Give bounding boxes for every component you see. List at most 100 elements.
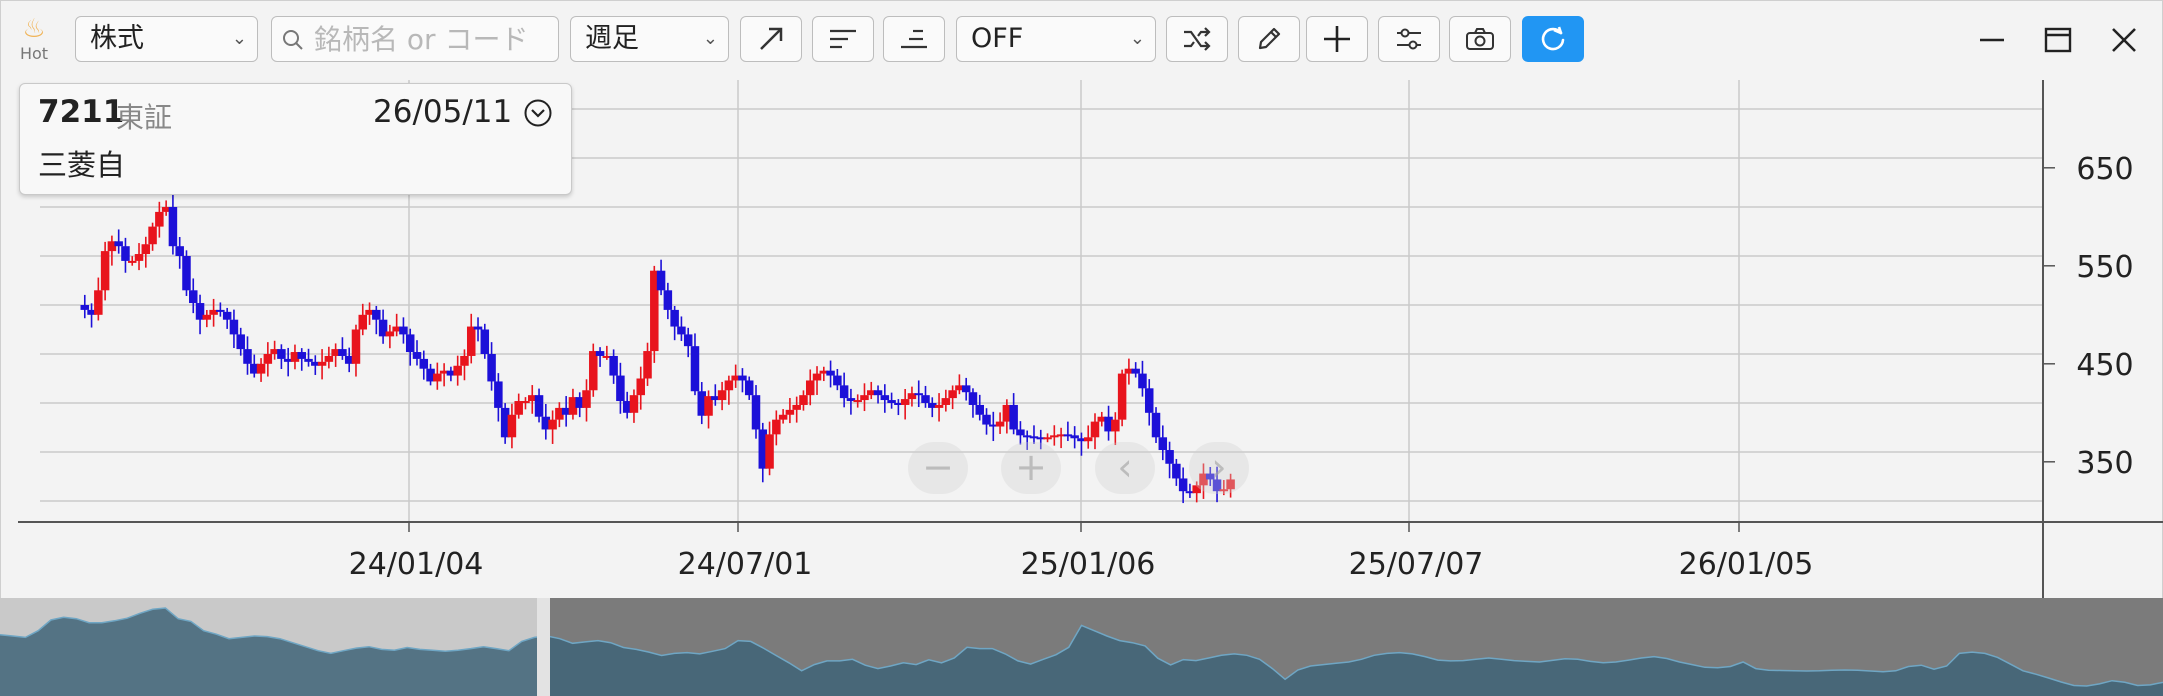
refresh-button[interactable] xyxy=(1522,16,1584,62)
candle-body xyxy=(189,290,198,304)
candle-body xyxy=(812,373,822,381)
camera-icon xyxy=(1466,28,1494,50)
candle-body xyxy=(385,331,395,337)
screenshot-button[interactable] xyxy=(1449,16,1511,62)
candle-body xyxy=(1009,404,1018,430)
search-input[interactable] xyxy=(312,19,556,59)
maximize-icon xyxy=(2044,27,2072,53)
candle-body xyxy=(473,326,483,330)
candle-body xyxy=(1138,373,1147,389)
shuffle-icon xyxy=(1184,27,1211,51)
candle-body xyxy=(772,419,781,435)
align-right-button[interactable] xyxy=(883,16,945,62)
navigator-handle[interactable] xyxy=(537,598,550,696)
candle-body xyxy=(277,349,286,359)
toolbar: ♨ Hot 株式 ⌄ 週足 ⌄ OFF ⌄ xyxy=(0,0,2163,80)
candle-body xyxy=(256,363,266,374)
candle-body xyxy=(1178,478,1188,492)
stock-name: 三菱自 xyxy=(38,148,126,182)
stock-code: 7211 xyxy=(38,94,125,130)
candle-body xyxy=(636,378,645,396)
flame-icon: ♨ xyxy=(22,14,46,44)
scroll-right-button[interactable]: › xyxy=(1189,442,1249,494)
candle-body xyxy=(433,373,442,382)
candle-body xyxy=(1016,429,1025,436)
draw-button[interactable] xyxy=(1238,16,1300,62)
hot-label: Hot xyxy=(19,44,49,63)
candle-body xyxy=(934,404,944,408)
candle-body xyxy=(507,414,517,438)
settings-sliders-button[interactable] xyxy=(1378,16,1440,62)
candle-body xyxy=(948,390,957,399)
candle-body xyxy=(202,314,212,320)
maximize-button[interactable] xyxy=(2036,18,2080,62)
chevron-down-icon: ⌄ xyxy=(1129,28,1145,49)
scroll-left-button[interactable]: ‹ xyxy=(1095,442,1155,494)
hot-button[interactable]: ♨ Hot xyxy=(14,14,54,70)
candle-body xyxy=(792,404,801,410)
zoom-in-button[interactable]: + xyxy=(1001,442,1061,494)
chevron-down-icon: ⌄ xyxy=(231,28,247,49)
y-tick-label: 450 xyxy=(2076,348,2133,383)
candle-body xyxy=(338,349,347,356)
candle-body xyxy=(744,380,754,396)
candle-body xyxy=(982,414,991,425)
pencil-icon xyxy=(1258,27,1281,50)
candle-body xyxy=(1090,421,1100,438)
x-tick-label: 25/07/07 xyxy=(1349,547,1484,582)
market-select[interactable]: 株式 ⌄ xyxy=(75,16,258,62)
candle-body xyxy=(663,290,673,310)
candle-body xyxy=(995,421,1005,427)
candle-body xyxy=(724,380,734,391)
candle-body xyxy=(412,352,422,359)
crosshair-button[interactable] xyxy=(1306,16,1368,62)
chevron-circle-down-icon[interactable] xyxy=(523,98,553,128)
search-box[interactable] xyxy=(271,16,559,62)
candle-body xyxy=(799,395,808,405)
candle-body xyxy=(589,351,598,391)
candle-body xyxy=(738,375,747,381)
candle-body xyxy=(670,309,679,327)
indicator-select[interactable]: OFF ⌄ xyxy=(956,16,1156,62)
y-tick-label: 650 xyxy=(2076,152,2133,187)
candle-body xyxy=(609,355,618,376)
stock-info-panel: 7211 東証 26/05/11 三菱自 xyxy=(19,83,572,195)
candle-body xyxy=(677,326,686,335)
align-left-button[interactable] xyxy=(812,16,874,62)
candle-body xyxy=(304,358,313,362)
candle-body xyxy=(1043,437,1052,440)
candle-body xyxy=(616,375,625,402)
align-right-icon xyxy=(901,29,927,49)
candle-body xyxy=(961,385,971,393)
refresh-icon xyxy=(1541,26,1565,51)
sliders-icon xyxy=(1397,28,1421,50)
candle-body xyxy=(1131,368,1140,374)
close-button[interactable] xyxy=(2102,18,2146,62)
x-tick-label: 24/01/04 xyxy=(349,547,484,582)
candle-body xyxy=(717,390,727,401)
candle-body xyxy=(80,305,90,310)
period-select[interactable]: 週足 ⌄ xyxy=(570,16,729,62)
x-tick-label: 25/01/06 xyxy=(1021,547,1156,582)
candle-body xyxy=(419,358,429,369)
candle-body xyxy=(236,334,245,350)
candle-body xyxy=(229,319,239,335)
shuffle-button[interactable] xyxy=(1166,16,1228,62)
navigator-overview[interactable] xyxy=(0,598,2163,696)
chevron-down-icon: ⌄ xyxy=(702,28,718,49)
candle-body xyxy=(317,361,327,366)
trend-line-button[interactable] xyxy=(740,16,802,62)
candle-body xyxy=(155,211,164,227)
candle-body xyxy=(1117,373,1127,420)
zoom-out-button[interactable]: − xyxy=(908,442,968,494)
minimize-button[interactable] xyxy=(1970,18,2014,62)
x-tick-label: 26/01/05 xyxy=(1679,547,1814,582)
candle-body xyxy=(643,351,652,379)
trend-line-icon xyxy=(760,27,783,50)
candle-body xyxy=(805,380,815,396)
candle-body xyxy=(880,395,890,401)
period-select-value: 週足 xyxy=(585,23,639,54)
y-tick-label: 550 xyxy=(2076,250,2133,285)
exchange-label: 東証 xyxy=(116,101,173,134)
candle-body xyxy=(405,334,415,353)
